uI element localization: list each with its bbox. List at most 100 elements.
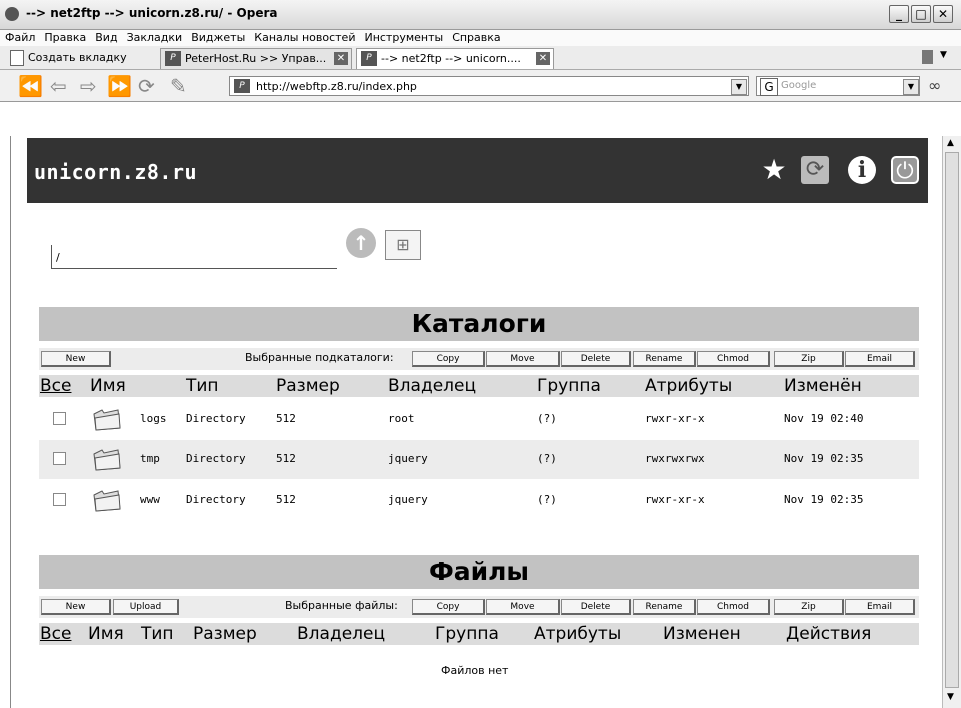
- dirs-selected-label: Выбранные подкаталоги:: [245, 351, 394, 364]
- dir-size: 512: [276, 412, 296, 425]
- window-title: --> net2ftp --> unicorn.z8.ru/ - Opera: [26, 6, 278, 20]
- maximize-button[interactable]: □: [911, 5, 931, 23]
- address-dropdown-icon[interactable]: ▼: [731, 79, 747, 95]
- bookmark-star-icon[interactable]: ★: [760, 156, 788, 184]
- navigation-bar: ⏪ ⇦ ⇨ ⏩ ⟳ ✎ P http://webftp.z8.ru/index.…: [0, 70, 961, 102]
- dirs-rename-button[interactable]: Rename: [633, 351, 696, 367]
- scroll-thumb[interactable]: [945, 152, 959, 688]
- files-rename-button[interactable]: Rename: [633, 599, 696, 615]
- menu-bookmarks[interactable]: Закладки: [127, 30, 183, 46]
- files-col-type[interactable]: Тип: [141, 623, 174, 645]
- dirs-col-name[interactable]: Имя: [90, 375, 126, 397]
- dirs-zip-button[interactable]: Zip: [774, 351, 844, 367]
- table-row[interactable]: logs Directory 512 root (?) rwxr-xr-x No…: [39, 400, 919, 439]
- dirs-delete-button[interactable]: Delete: [561, 351, 631, 367]
- dir-attrs[interactable]: rwxr-xr-x: [645, 412, 705, 425]
- dirs-col-type[interactable]: Тип: [186, 375, 219, 397]
- files-col-name[interactable]: Имя: [88, 623, 124, 645]
- menu-edit[interactable]: Правка: [44, 30, 86, 46]
- scroll-down-icon[interactable]: ▼: [947, 692, 954, 702]
- dirs-select-all-link[interactable]: Все: [40, 375, 71, 397]
- refresh-icon[interactable]: ⟳: [801, 156, 829, 184]
- dirs-copy-button[interactable]: Copy: [412, 351, 485, 367]
- tab-new[interactable]: Создать вкладку: [4, 48, 154, 69]
- files-new-button[interactable]: New: [41, 599, 111, 615]
- files-col-size[interactable]: Размер: [193, 623, 257, 645]
- dirs-new-button[interactable]: New: [41, 351, 111, 367]
- search-field[interactable]: G Google ▼: [756, 76, 920, 96]
- files-move-button[interactable]: Move: [486, 599, 560, 615]
- files-col-actions: Действия: [786, 624, 872, 644]
- menu-feeds[interactable]: Каналы новостей: [254, 30, 355, 46]
- table-row[interactable]: www Directory 512 jquery (?) rwxr-xr-x N…: [39, 481, 919, 520]
- files-email-button[interactable]: Email: [845, 599, 915, 615]
- files-select-all-link[interactable]: Все: [40, 623, 71, 645]
- row-checkbox[interactable]: [53, 452, 66, 465]
- dirs-move-button[interactable]: Move: [486, 351, 560, 367]
- dirs-col-modified[interactable]: Изменён: [784, 375, 862, 397]
- logout-icon[interactable]: ⏻: [891, 156, 919, 184]
- site-brand: unicorn.z8.ru: [34, 160, 198, 184]
- tab-close-icon[interactable]: ✕: [536, 52, 550, 65]
- menu-tools[interactable]: Инструменты: [364, 30, 443, 46]
- google-icon: G: [760, 78, 778, 96]
- fast-forward-icon[interactable]: ⏩: [107, 76, 132, 96]
- row-checkbox[interactable]: [53, 493, 66, 506]
- search-dropdown-icon[interactable]: ▼: [903, 79, 919, 95]
- dirs-chmod-button[interactable]: Chmod: [697, 351, 770, 367]
- menu-view[interactable]: Вид: [95, 30, 117, 46]
- dir-name-link[interactable]: www: [140, 493, 160, 506]
- close-button[interactable]: ✕: [933, 5, 953, 23]
- dir-attrs[interactable]: rwxr-xr-x: [645, 493, 705, 506]
- files-col-attrs[interactable]: Атрибуты: [534, 623, 621, 645]
- edit-icon[interactable]: ✎: [170, 76, 187, 96]
- info-icon[interactable]: i: [848, 156, 876, 184]
- dirs-col-owner[interactable]: Владелец: [388, 375, 476, 397]
- rewind-icon[interactable]: ⏪: [18, 76, 43, 96]
- tree-view-icon[interactable]: ⊞: [385, 230, 421, 260]
- tab-peterhost[interactable]: P PeterHost.Ru >> Управ... ✕: [160, 48, 352, 69]
- glasses-icon[interactable]: ∞: [928, 76, 941, 95]
- folder-icon[interactable]: [92, 487, 122, 513]
- files-col-group[interactable]: Группа: [435, 623, 499, 645]
- menu-help[interactable]: Справка: [452, 30, 500, 46]
- path-input[interactable]: /: [51, 245, 337, 269]
- dir-name-link[interactable]: logs: [140, 412, 167, 425]
- row-checkbox[interactable]: [53, 412, 66, 425]
- minimize-button[interactable]: _: [889, 5, 909, 23]
- dir-group: (?): [537, 493, 557, 506]
- dirs-col-group[interactable]: Группа: [537, 375, 601, 397]
- files-upload-button[interactable]: Upload: [113, 599, 179, 615]
- vertical-scrollbar[interactable]: ▲ ▼: [942, 136, 961, 708]
- back-icon[interactable]: ⇦: [50, 76, 67, 96]
- files-zip-button[interactable]: Zip: [774, 599, 844, 615]
- trash-icon[interactable]: [922, 50, 933, 64]
- dirs-email-button[interactable]: Email: [845, 351, 915, 367]
- scroll-up-icon[interactable]: ▲: [947, 138, 954, 148]
- files-col-owner[interactable]: Владелец: [297, 623, 385, 645]
- menu-widgets[interactable]: Виджеты: [191, 30, 245, 46]
- forward-icon[interactable]: ⇨: [80, 76, 97, 96]
- folder-icon[interactable]: [92, 446, 122, 472]
- window-titlebar: --> net2ftp --> unicorn.z8.ru/ - Opera _…: [0, 0, 961, 30]
- files-toolbar: New Upload Выбранные файлы: Copy Move De…: [39, 596, 919, 618]
- table-row[interactable]: tmp Directory 512 jquery (?) rwxrwxrwx N…: [39, 440, 919, 479]
- files-copy-button[interactable]: Copy: [412, 599, 485, 615]
- files-chmod-button[interactable]: Chmod: [697, 599, 770, 615]
- address-bar[interactable]: P http://webftp.z8.ru/index.php ▼: [229, 76, 749, 96]
- reload-icon[interactable]: ⟳: [138, 76, 155, 96]
- folder-icon[interactable]: [92, 406, 122, 432]
- address-url: http://webftp.z8.ru/index.php: [256, 80, 417, 93]
- dirs-col-size[interactable]: Размер: [276, 375, 340, 397]
- dir-group: (?): [537, 412, 557, 425]
- files-delete-button[interactable]: Delete: [561, 599, 631, 615]
- dir-attrs[interactable]: rwxrwxrwx: [645, 452, 705, 465]
- dirs-col-attrs[interactable]: Атрибуты: [645, 375, 732, 397]
- dir-name-link[interactable]: tmp: [140, 452, 160, 465]
- chevron-down-icon[interactable]: ▼: [940, 50, 947, 60]
- menu-file[interactable]: Файл: [5, 30, 35, 46]
- tab-close-icon[interactable]: ✕: [334, 52, 348, 65]
- go-up-icon[interactable]: ↑: [346, 228, 376, 258]
- files-col-modified[interactable]: Изменен: [663, 623, 741, 645]
- tab-net2ftp[interactable]: P --> net2ftp --> unicorn.... ✕: [356, 48, 554, 69]
